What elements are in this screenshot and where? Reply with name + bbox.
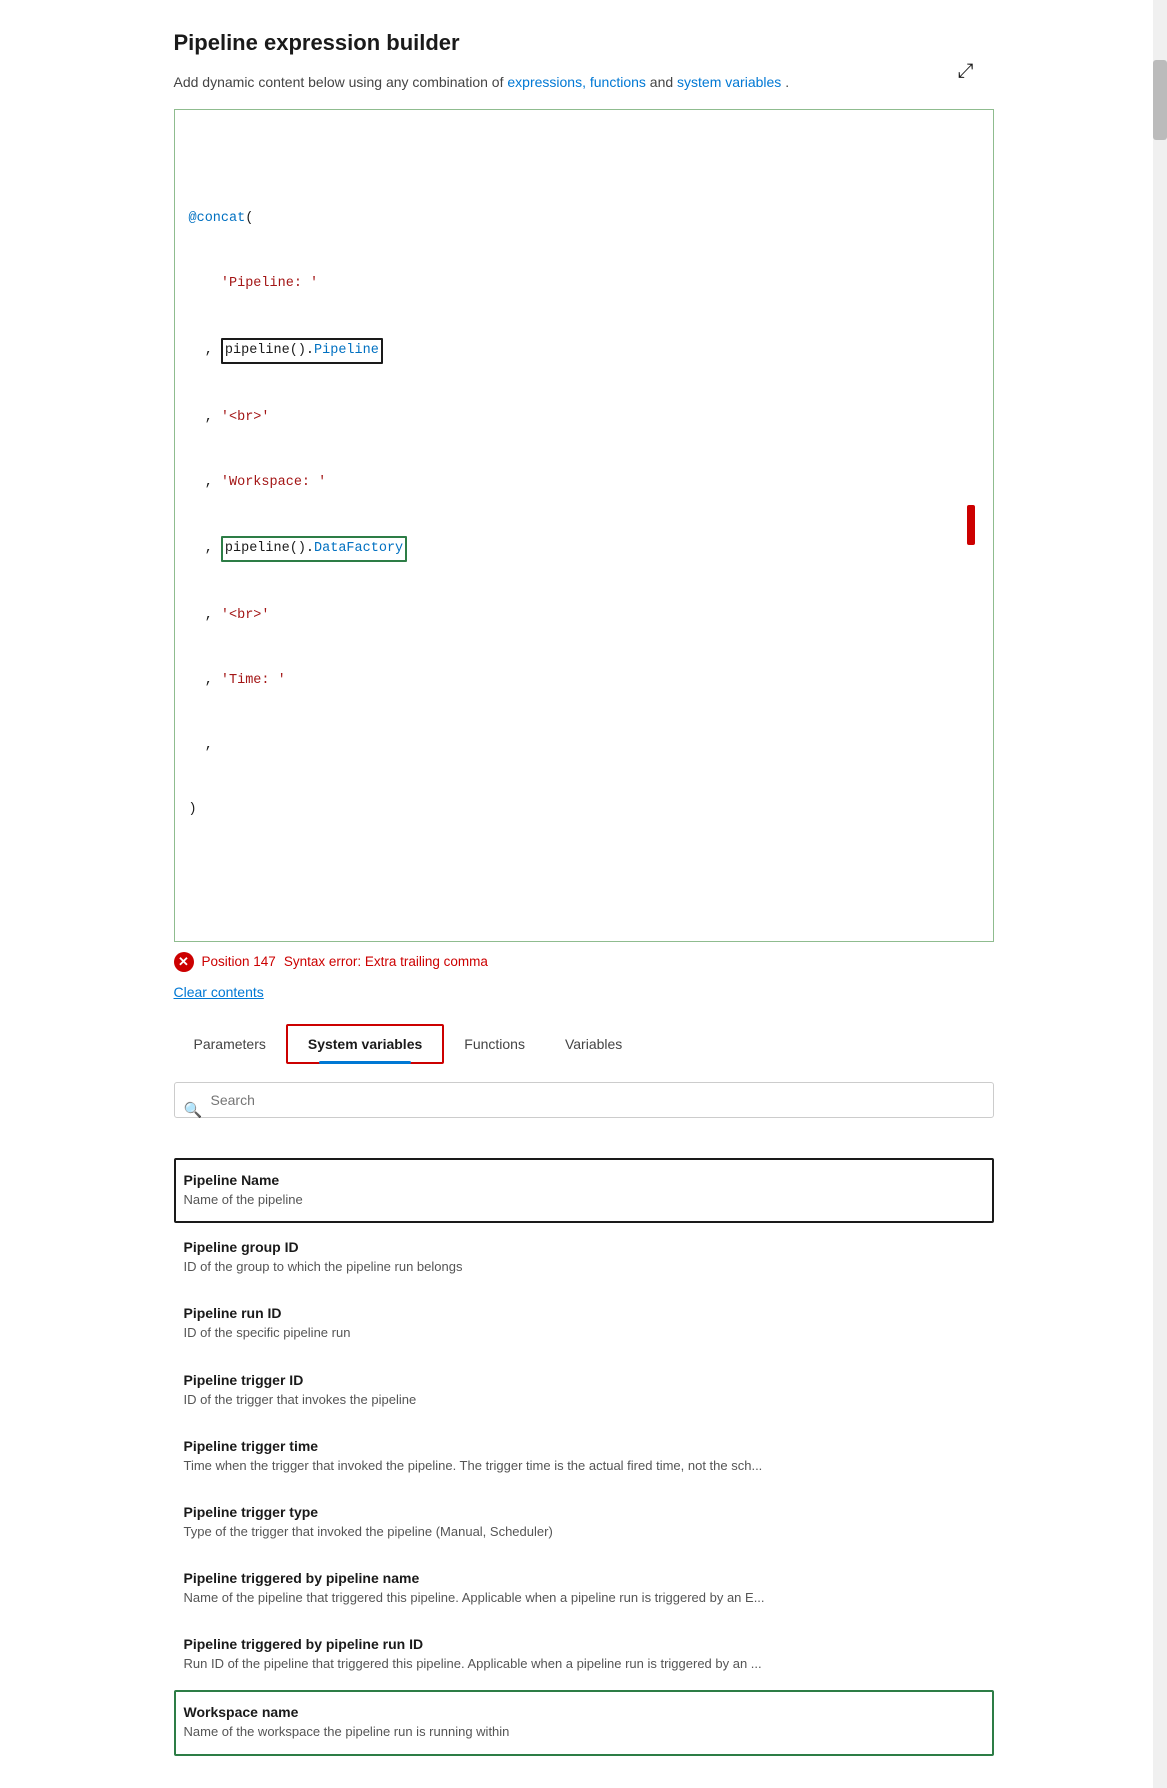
system-variables-link[interactable]: system variables: [677, 74, 781, 90]
variable-item-pipeline-group-id[interactable]: Pipeline group ID ID of the group to whic…: [174, 1225, 994, 1291]
variable-item-pipeline-triggered-by-run-id[interactable]: Pipeline triggered by pipeline run ID Run…: [174, 1622, 994, 1688]
var-desc-pipeline-triggered-by-name: Name of the pipeline that triggered this…: [184, 1589, 984, 1607]
var-name-pipeline-run-id: Pipeline run ID: [184, 1305, 984, 1321]
variable-item-pipeline-triggered-by-name[interactable]: Pipeline triggered by pipeline name Name …: [174, 1556, 994, 1622]
tab-variables[interactable]: Variables: [545, 1024, 642, 1064]
var-name-pipeline-group-id: Pipeline group ID: [184, 1239, 984, 1255]
tab-functions[interactable]: Functions: [444, 1024, 545, 1064]
var-name-pipeline-name: Pipeline Name: [184, 1172, 984, 1188]
expressions-functions-link[interactable]: expressions, functions: [507, 74, 646, 90]
pipeline-highlight-box: pipeline().Pipeline: [221, 338, 383, 364]
variable-item-pipeline-trigger-id[interactable]: Pipeline trigger ID ID of the trigger tha…: [174, 1358, 994, 1424]
page-title: Pipeline expression builder: [174, 30, 994, 56]
scrollbar-indicator: [967, 505, 975, 545]
variable-item-pipeline-trigger-type[interactable]: Pipeline trigger type Type of the trigger…: [174, 1490, 994, 1556]
variable-item-pipeline-run-id[interactable]: Pipeline run ID ID of the specific pipeli…: [174, 1291, 994, 1357]
var-desc-pipeline-trigger-type: Type of the trigger that invoked the pip…: [184, 1523, 984, 1541]
search-input[interactable]: [174, 1082, 994, 1118]
scrollbar-thumb[interactable]: [1153, 60, 1167, 140]
var-name-pipeline-trigger-time: Pipeline trigger time: [184, 1438, 984, 1454]
tab-parameters[interactable]: Parameters: [174, 1024, 286, 1064]
var-name-workspace-name: Workspace name: [184, 1704, 984, 1720]
description: Add dynamic content below using any comb…: [174, 72, 994, 93]
variable-item-workspace-name[interactable]: Workspace name Name of the workspace the …: [174, 1690, 994, 1755]
var-name-pipeline-trigger-id: Pipeline trigger ID: [184, 1372, 984, 1388]
main-panel: Pipeline expression builder ⤢ Add dynami…: [134, 0, 1034, 1788]
var-desc-pipeline-group-id: ID of the group to which the pipeline ru…: [184, 1258, 984, 1276]
search-wrapper: 🔍: [174, 1082, 994, 1138]
var-desc-pipeline-name: Name of the pipeline: [184, 1191, 984, 1209]
tab-system-variables[interactable]: System variables: [286, 1024, 444, 1064]
page-scrollbar[interactable]: [1153, 0, 1167, 1788]
code-editor[interactable]: @concat( 'Pipeline: ' , pipeline().Pipel…: [174, 109, 994, 942]
search-icon: 🔍: [184, 1101, 203, 1119]
var-name-pipeline-triggered-by-name: Pipeline triggered by pipeline name: [184, 1570, 984, 1586]
var-desc-pipeline-trigger-id: ID of the trigger that invokes the pipel…: [184, 1391, 984, 1409]
clear-contents-link[interactable]: Clear contents: [174, 984, 264, 1000]
var-desc-pipeline-triggered-by-run-id: Run ID of the pipeline that triggered th…: [184, 1655, 984, 1673]
variables-list: Pipeline NameName of the pipelinePipelin…: [174, 1158, 994, 1758]
error-message: Syntax error: Extra trailing comma: [284, 954, 488, 969]
variable-item-pipeline-name[interactable]: Pipeline Name Name of the pipeline: [174, 1158, 994, 1223]
tabs-bar: Parameters System variables Functions Va…: [174, 1024, 994, 1064]
error-position: Position 147: [202, 954, 276, 969]
var-name-pipeline-triggered-by-run-id: Pipeline triggered by pipeline run ID: [184, 1636, 984, 1652]
expand-icon[interactable]: ⤢: [958, 60, 974, 83]
datafactory-highlight-box: pipeline().DataFactory: [221, 536, 407, 562]
var-desc-workspace-name: Name of the workspace the pipeline run i…: [184, 1723, 984, 1741]
var-desc-pipeline-trigger-time: Time when the trigger that invoked the p…: [184, 1457, 984, 1475]
variable-item-pipeline-trigger-time[interactable]: Pipeline trigger time Time when the trigg…: [174, 1424, 994, 1490]
error-row: ✕ Position 147 Syntax error: Extra trail…: [174, 952, 994, 972]
error-icon: ✕: [174, 952, 194, 972]
var-name-pipeline-trigger-type: Pipeline trigger type: [184, 1504, 984, 1520]
var-desc-pipeline-run-id: ID of the specific pipeline run: [184, 1324, 984, 1342]
